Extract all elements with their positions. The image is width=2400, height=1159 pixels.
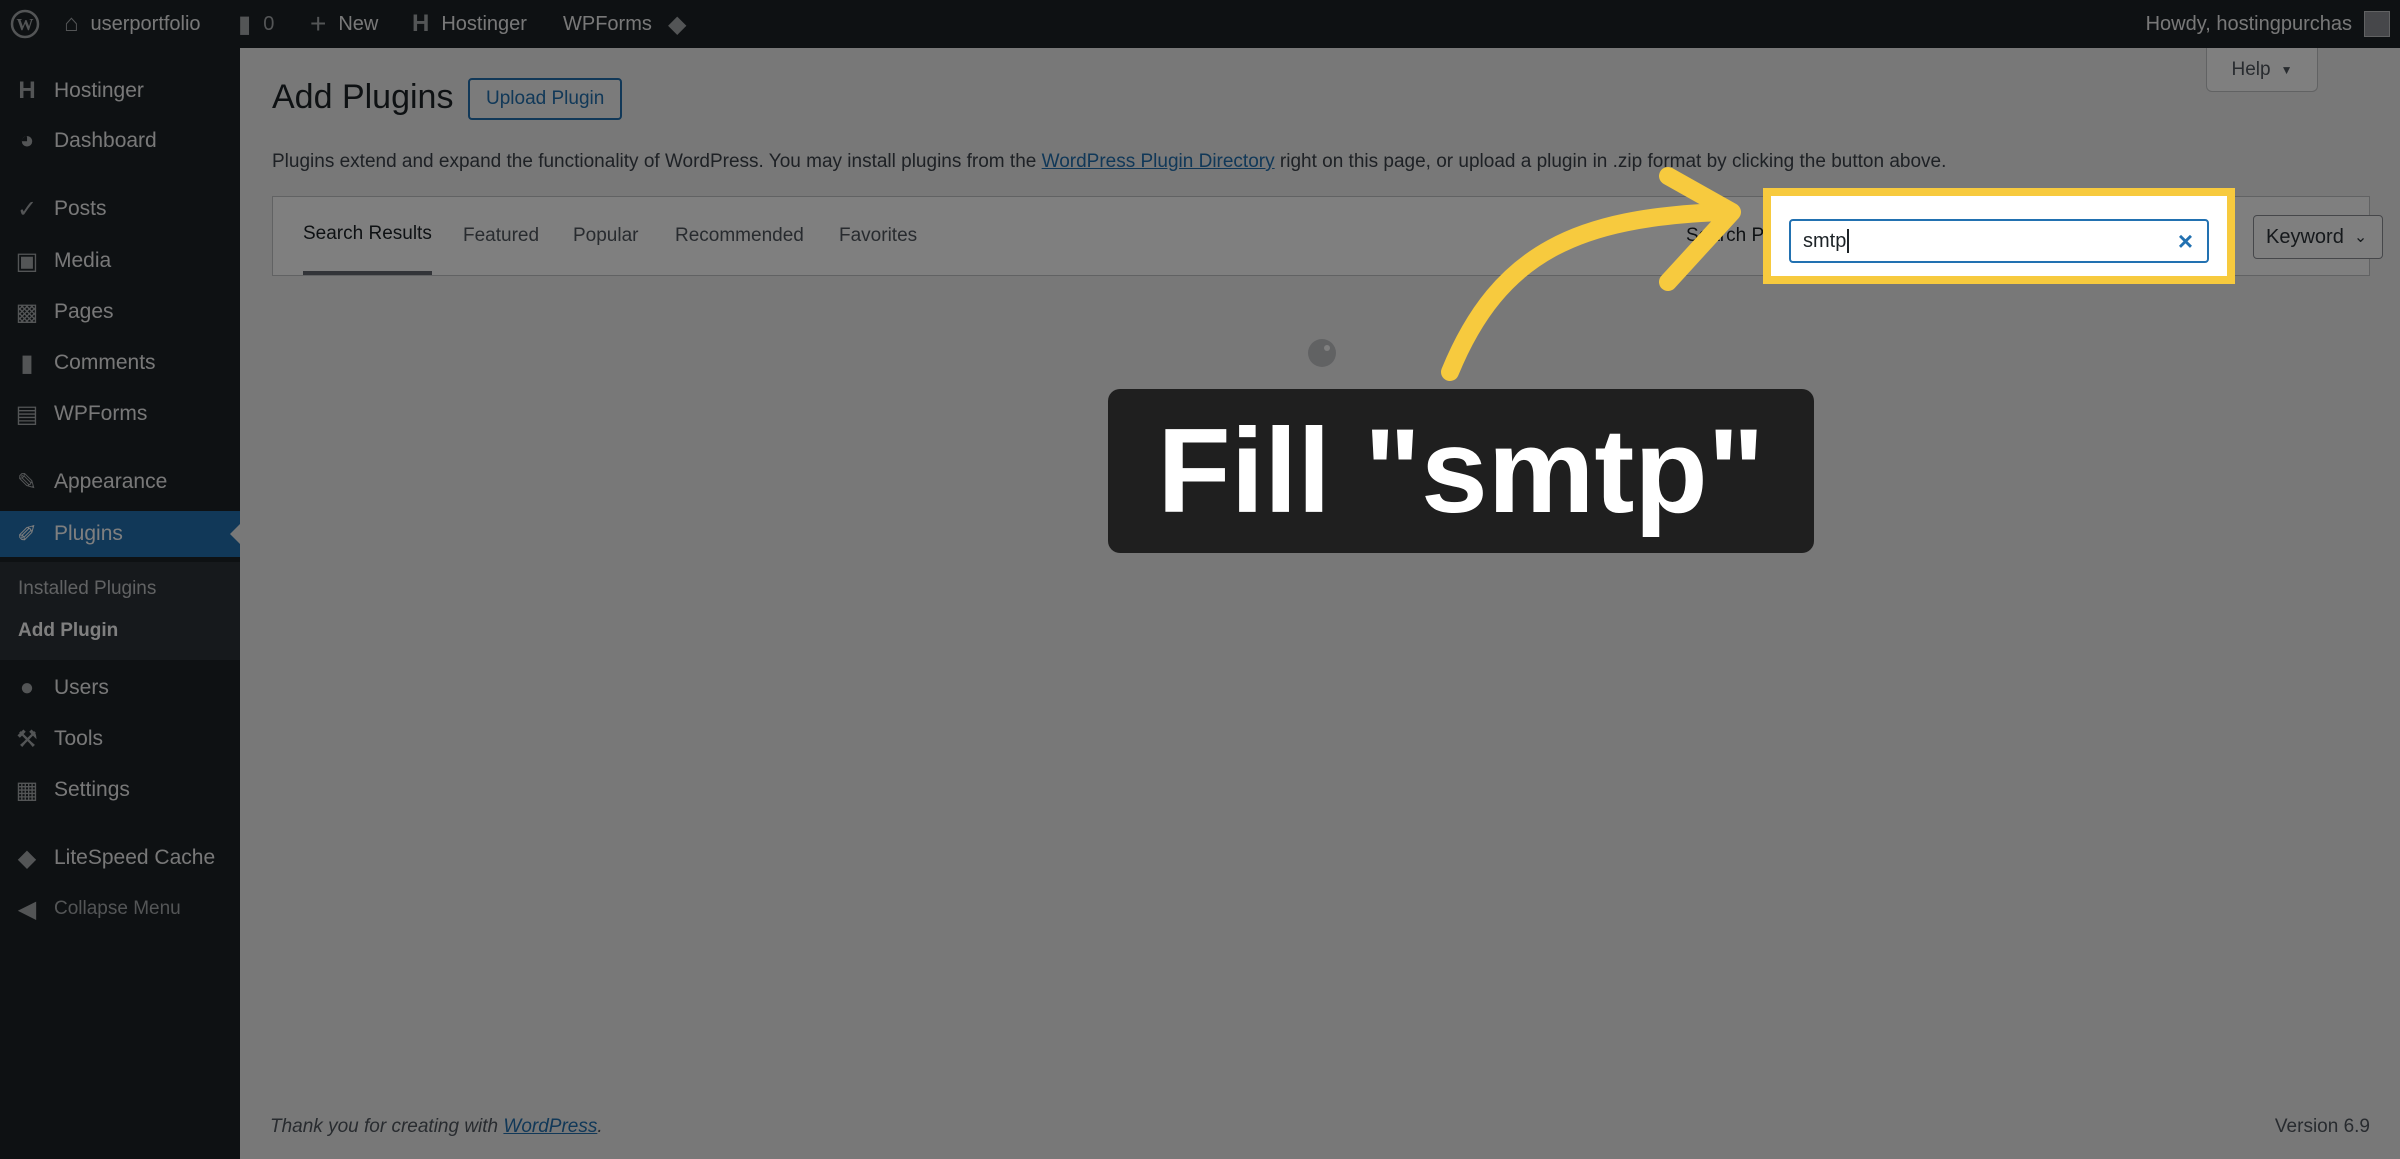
instruction-callout: Fill "smtp" bbox=[1108, 389, 1814, 553]
pointer-arrow bbox=[1441, 167, 1741, 381]
